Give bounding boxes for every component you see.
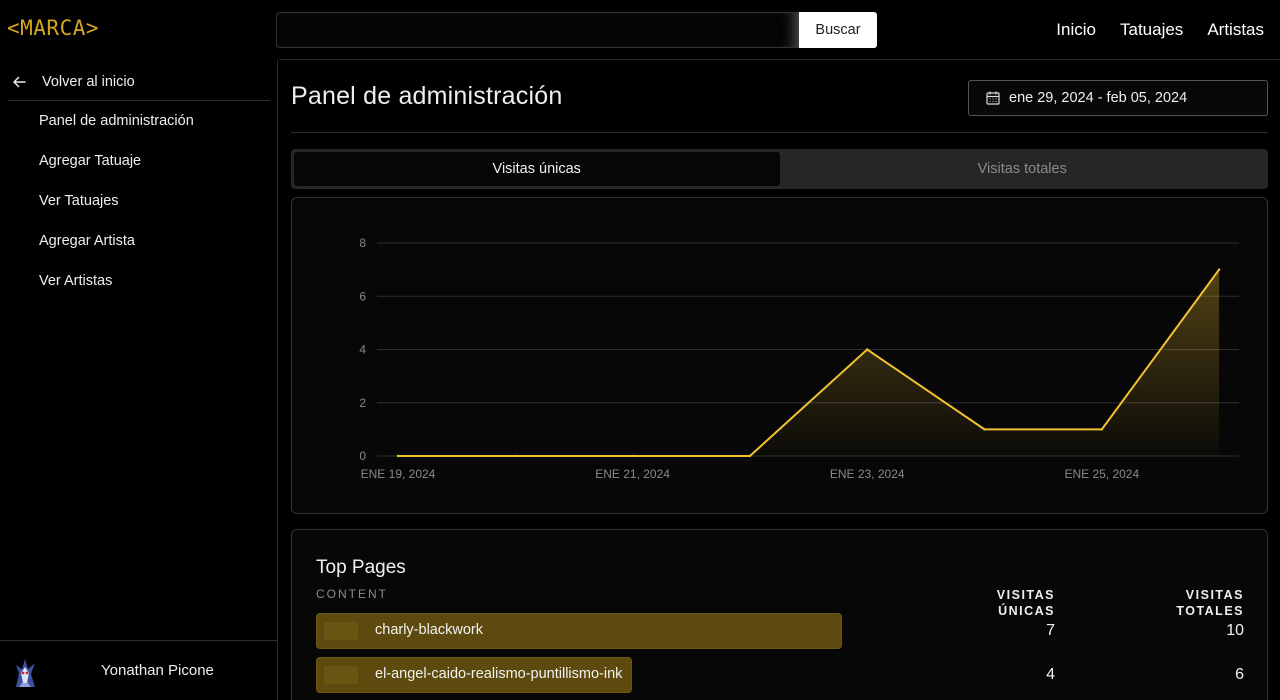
tab-visitas-totales[interactable]: Visitas totales xyxy=(780,152,1266,186)
tab-visitas-unicas[interactable]: Visitas únicas xyxy=(294,152,780,186)
search-button[interactable]: Buscar xyxy=(799,12,877,48)
sidebar-item-ver-artistas[interactable]: Ver Artistas xyxy=(39,270,194,310)
main-content: Panel de administración ene 29, 2024 - f… xyxy=(279,59,1280,700)
visits-chart: 0 2 4 6 8 ENE 19, 2024 ENE 21, 2024 ENE 23, 202… xyxy=(359,236,1239,481)
avatar xyxy=(16,658,35,687)
data-point xyxy=(396,454,400,458)
user-name: Yonathan Picone xyxy=(101,662,214,679)
calendar-icon xyxy=(986,91,1000,105)
data-point xyxy=(748,454,752,458)
unique-visits: 4 xyxy=(1046,666,1055,683)
sidebar-menu: Panel de administración Agregar Tatuaje … xyxy=(39,110,194,310)
back-label: Volver al inicio xyxy=(42,74,135,90)
data-point xyxy=(1100,428,1103,431)
data-point xyxy=(866,348,869,351)
header-divider xyxy=(291,132,1268,133)
x-tick-label: ENE 23, 2024 xyxy=(830,467,905,481)
series-area xyxy=(398,269,1220,456)
sidebar-item-agregar-tatuaje[interactable]: Agregar Tatuaje xyxy=(39,150,194,190)
user-profile[interactable]: Yonathan Picone xyxy=(0,640,277,700)
y-tick-label: 8 xyxy=(359,236,366,250)
brand-logo[interactable]: <MARCA> xyxy=(7,16,99,40)
nav-artistas[interactable]: Artistas xyxy=(1207,20,1264,40)
unique-visits: 7 xyxy=(1046,622,1055,639)
sidebar-item-agregar-artista[interactable]: Agregar Artista xyxy=(39,230,194,270)
y-tick-label: 2 xyxy=(359,396,366,410)
page-name: charly-blackwork xyxy=(375,622,483,638)
page-name: el-angel-caido-realismo-puntillismo-ink xyxy=(375,666,623,682)
sidebar: Volver al inicio Panel de administración… xyxy=(0,60,278,700)
date-range-label: ene 29, 2024 - feb 05, 2024 xyxy=(1009,90,1188,106)
table-row[interactable]: el-angel-caido-realismo-puntillismo-ink … xyxy=(316,657,1246,693)
sidebar-item-ver-tatuajes[interactable]: Ver Tatuajes xyxy=(39,190,194,230)
top-pages-title: Top Pages xyxy=(316,557,406,578)
data-point xyxy=(1217,268,1221,271)
table-row[interactable]: charly-blackwork 7 10 xyxy=(316,613,1246,649)
arrow-left-icon xyxy=(13,76,26,88)
nav-inicio[interactable]: Inicio xyxy=(1056,20,1096,40)
data-point xyxy=(983,428,986,431)
metric-tabs: Visitas únicas Visitas totales xyxy=(291,149,1268,189)
y-tick-label: 0 xyxy=(359,449,366,463)
y-tick-label: 4 xyxy=(359,343,366,357)
date-range-picker[interactable]: ene 29, 2024 - feb 05, 2024 xyxy=(968,80,1268,116)
top-pages-card: Top Pages CONTENT VISITAS ÚNICAS VISITAS… xyxy=(291,529,1268,700)
back-to-home-link[interactable]: Volver al inicio xyxy=(8,64,270,101)
visits-chart-card: 0 2 4 6 8 ENE 19, 2024 ENE 21, 2024 ENE 23, 202… xyxy=(291,197,1268,514)
data-point xyxy=(514,454,517,458)
sidebar-item-panel[interactable]: Panel de administración xyxy=(39,110,194,150)
page-thumbnail xyxy=(324,666,358,684)
total-visits: 6 xyxy=(1235,666,1244,683)
y-tick-label: 6 xyxy=(359,289,366,303)
page-thumbnail xyxy=(324,622,358,640)
search-input[interactable] xyxy=(276,12,799,48)
top-nav: Inicio Tatuajes Artistas xyxy=(1056,20,1264,40)
x-tick-label: ENE 25, 2024 xyxy=(1064,467,1139,481)
total-visits: 10 xyxy=(1226,622,1244,639)
nav-tatuajes[interactable]: Tatuajes xyxy=(1120,20,1183,40)
data-point xyxy=(631,454,634,458)
x-tick-label: ENE 19, 2024 xyxy=(361,467,436,481)
page-title: Panel de administración xyxy=(291,82,563,110)
column-header-content: CONTENT xyxy=(316,587,388,601)
search-bar: Buscar xyxy=(276,12,877,48)
x-tick-label: ENE 21, 2024 xyxy=(595,467,670,481)
